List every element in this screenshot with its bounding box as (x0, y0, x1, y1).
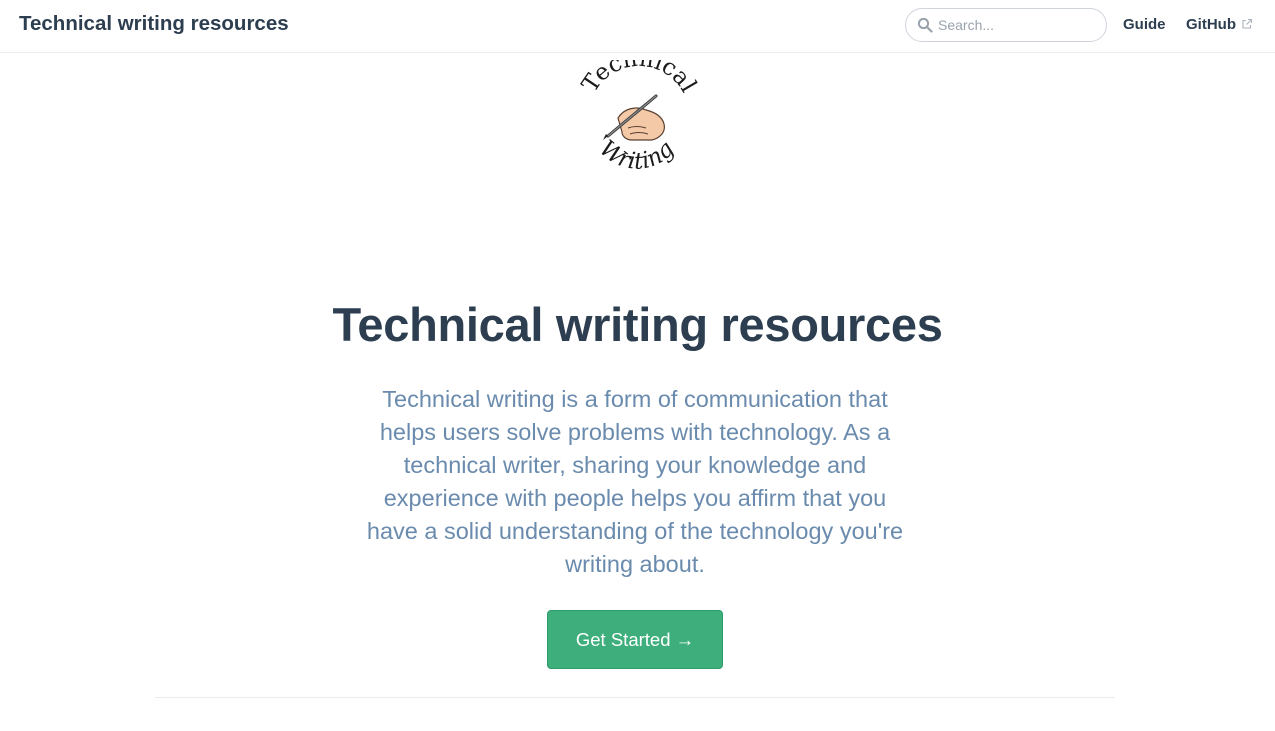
search-box[interactable] (905, 8, 1107, 42)
hero-logo: Technical Writing (577, 60, 701, 175)
logo-bottom-text: Writing (594, 135, 679, 174)
nav-link-github[interactable]: GitHub (1186, 16, 1253, 33)
writing-hand-icon (603, 94, 665, 141)
nav-link-guide[interactable]: Guide (1123, 16, 1166, 33)
section-divider (155, 697, 1115, 698)
search-icon (917, 17, 933, 33)
search-input[interactable] (938, 15, 1098, 35)
get-started-button[interactable]: Get Started → (547, 610, 723, 669)
hero-description: Technical writing is a form of communica… (366, 386, 904, 577)
navbar: Technical writing resources Guide GitHub (0, 0, 1275, 53)
logo-top-text: Technical (577, 60, 701, 97)
hero-title: Technical writing resources (332, 298, 943, 351)
nav-link-github-label: GitHub (1186, 16, 1236, 33)
external-link-icon (1242, 18, 1253, 29)
site-title-link[interactable]: Technical writing resources (19, 12, 289, 36)
